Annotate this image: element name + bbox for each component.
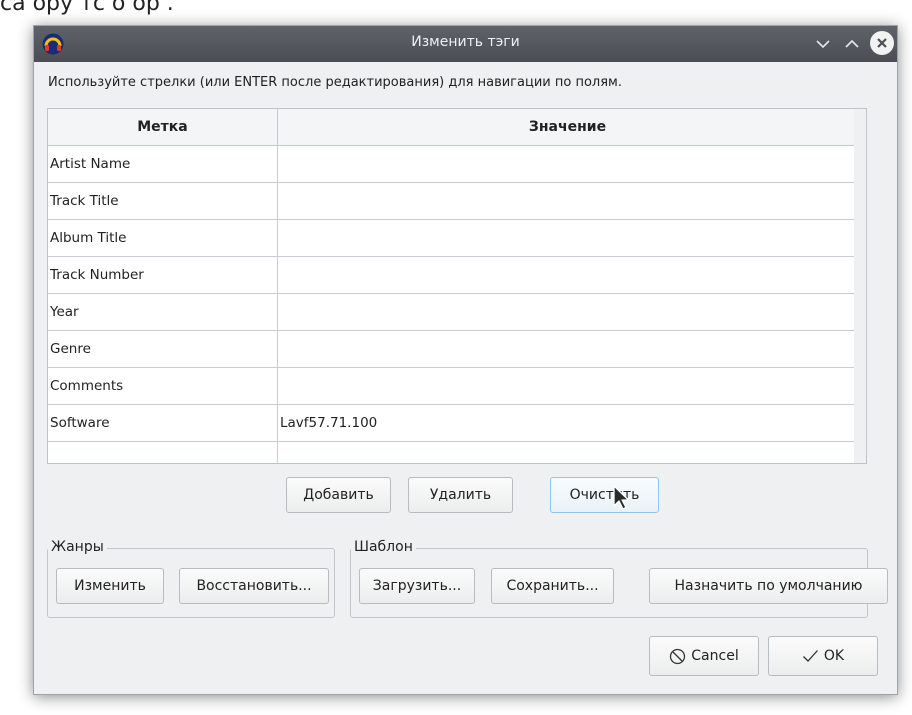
tag-value-cell[interactable]: [277, 293, 858, 331]
column-header-value[interactable]: Значение: [277, 109, 858, 146]
set-default-template-button[interactable]: Назначить по умолчанию: [649, 568, 888, 604]
tag-label-cell[interactable]: Genre: [48, 330, 278, 368]
chevron-up-icon: [845, 39, 859, 48]
cancel-button[interactable]: Cancel: [649, 636, 759, 676]
table-row: Software Lavf57.71.100: [48, 404, 858, 442]
close-button[interactable]: [870, 31, 894, 55]
tag-label-cell[interactable]: Artist Name: [48, 145, 278, 183]
window-title: Изменить тэги: [411, 34, 520, 50]
edit-genres-button[interactable]: Изменить: [56, 568, 164, 604]
checkmark-icon: [802, 650, 818, 662]
tag-label-cell[interactable]: Year: [48, 293, 278, 331]
tag-value-cell[interactable]: [277, 182, 858, 220]
edit-tags-dialog: Изменить тэги Используйте стрелки (или E…: [33, 25, 898, 695]
tag-label-cell[interactable]: Album Title: [48, 219, 278, 257]
title-bar[interactable]: Изменить тэги: [34, 26, 897, 62]
template-legend: Шаблон: [351, 539, 416, 555]
close-icon: [877, 38, 887, 48]
restore-genres-button[interactable]: Восстановить...: [179, 568, 329, 604]
tag-label-cell[interactable]: [48, 441, 278, 463]
chevron-down-icon: [816, 40, 830, 49]
table-row: Year: [48, 293, 858, 331]
table-row: Track Title: [48, 182, 858, 220]
cancel-label: Cancel: [691, 648, 739, 664]
tag-value-cell[interactable]: [277, 330, 858, 368]
minimize-button[interactable]: [811, 32, 835, 56]
tag-value-cell[interactable]: [277, 256, 858, 294]
tag-label-cell[interactable]: Software: [48, 404, 278, 442]
table-row: Artist Name: [48, 145, 858, 183]
ok-label: OK: [823, 648, 845, 664]
table-scroll-area: [854, 109, 866, 463]
cancel-icon: [670, 648, 686, 664]
column-header-label[interactable]: Метка: [48, 109, 278, 146]
ok-button[interactable]: OK: [768, 636, 878, 676]
tag-label-cell[interactable]: Track Title: [48, 182, 278, 220]
genres-legend: Жанры: [48, 539, 107, 555]
tag-label-cell[interactable]: Comments: [48, 367, 278, 405]
tags-table: Метка Значение Artist Name Track Title A…: [47, 108, 867, 464]
tag-value-cell[interactable]: [277, 145, 858, 183]
load-template-button[interactable]: Загрузить...: [359, 568, 475, 604]
add-button[interactable]: Добавить: [286, 477, 391, 513]
table-row: [48, 441, 858, 463]
background-partial-text: са ору тс о ор .: [0, 0, 174, 16]
table-row: Genre: [48, 330, 858, 368]
maximize-button[interactable]: [840, 32, 864, 56]
tag-value-cell[interactable]: [277, 441, 858, 463]
clear-button[interactable]: Очистить: [550, 477, 659, 513]
tag-value-cell[interactable]: [277, 367, 858, 405]
table-row: Comments: [48, 367, 858, 405]
mouse-pointer-icon: [613, 485, 630, 510]
save-template-button[interactable]: Сохранить...: [491, 568, 614, 604]
remove-button[interactable]: Удалить: [408, 477, 513, 513]
table-row: Album Title: [48, 219, 858, 257]
instructions-text: Используйте стрелки (или ENTER после ред…: [48, 75, 622, 90]
table-row: Track Number: [48, 256, 858, 294]
tag-label-cell[interactable]: Track Number: [48, 256, 278, 294]
tag-value-cell[interactable]: [277, 219, 858, 257]
tag-value-cell[interactable]: Lavf57.71.100: [277, 404, 858, 442]
